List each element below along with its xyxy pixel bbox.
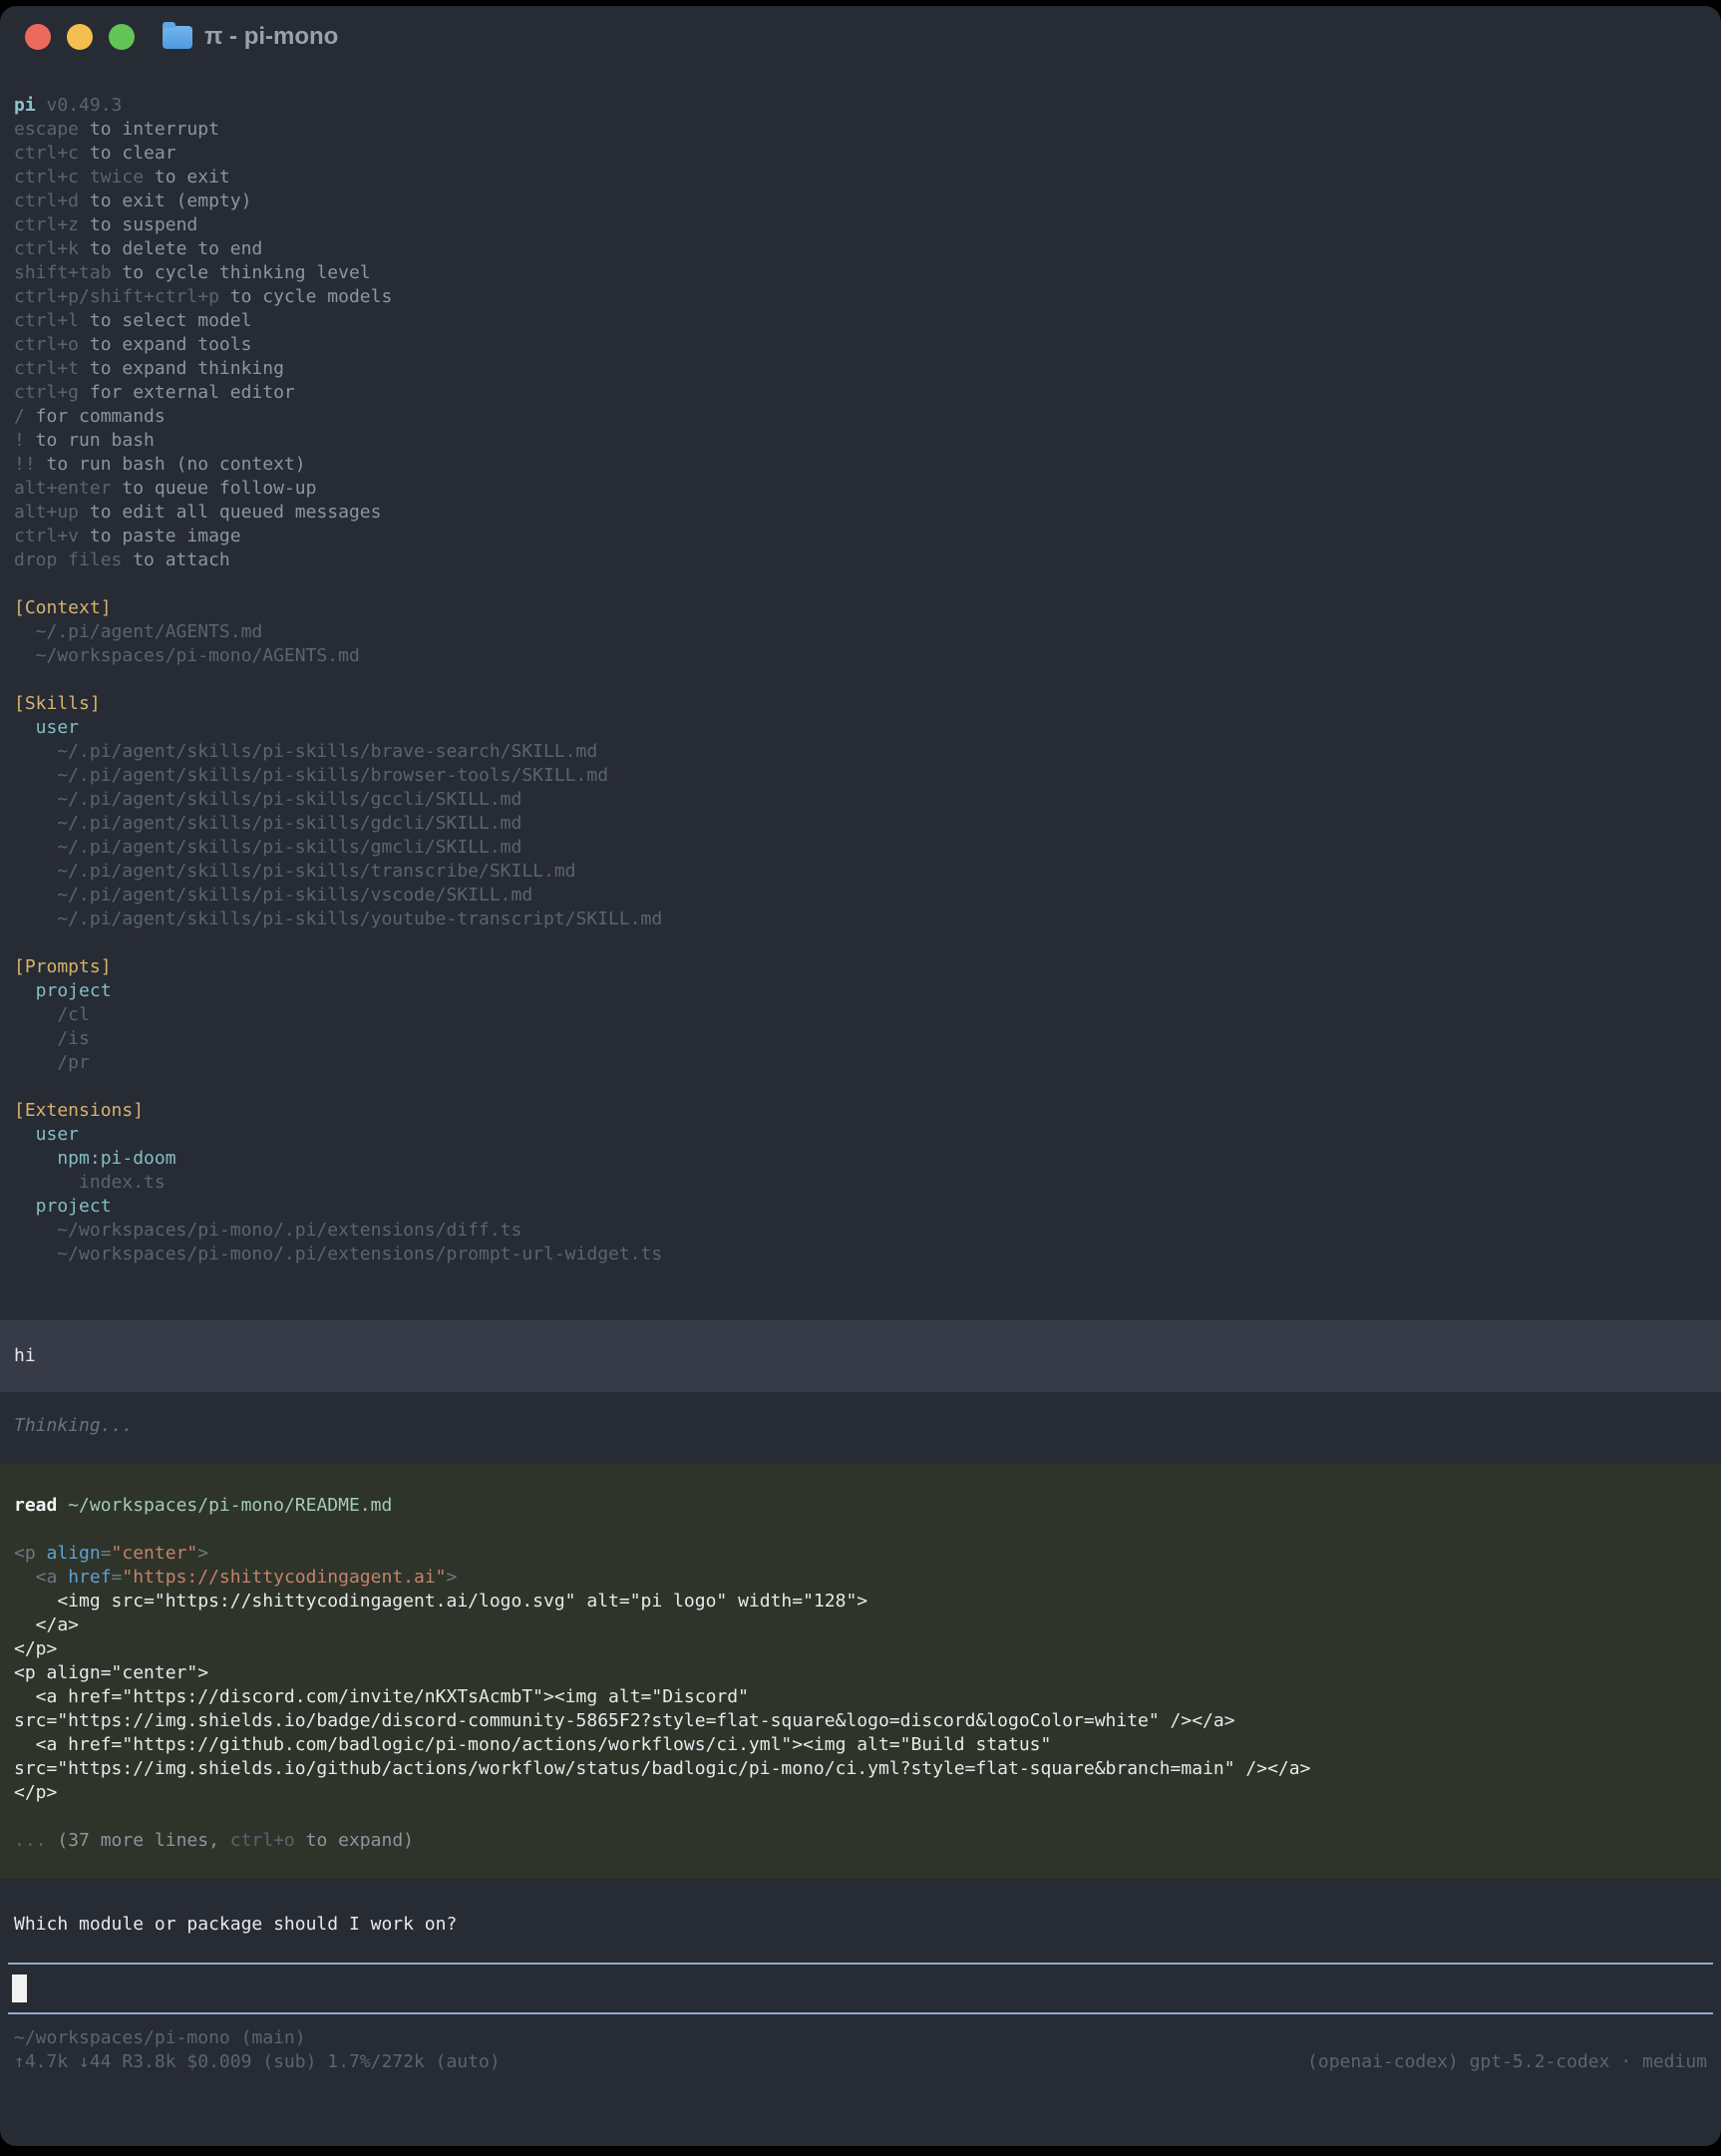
code-line: read ~/workspaces/pi-mono/README.md — [14, 1494, 1707, 1518]
code-line: src="https://img.shields.io/github/actio… — [14, 1757, 1707, 1781]
code-line: ... (37 more lines, ctrl+o to expand) — [14, 1829, 1707, 1853]
title-group: π - pi-mono — [163, 25, 338, 49]
console-line: ~/workspaces/pi-mono/.pi/extensions/prom… — [14, 1243, 1707, 1266]
console-line: shift+tab to cycle thinking level — [14, 261, 1707, 285]
console-line: ! to run bash — [14, 429, 1707, 453]
console-line — [14, 1075, 1707, 1099]
console-line: ~/.pi/agent/skills/pi-skills/youtube-tra… — [14, 907, 1707, 931]
console-line: escape to interrupt — [14, 118, 1707, 142]
console-line: [Extensions] — [14, 1099, 1707, 1123]
status-row-stats: ↑4.7k ↓44 R3.8k $0.009 (sub) 1.7%/272k (… — [14, 2050, 1707, 2074]
console-line — [14, 572, 1707, 596]
close-button[interactable] — [25, 24, 51, 50]
console-line: !! to run bash (no context) — [14, 453, 1707, 477]
console-line: ~/.pi/agent/AGENTS.md — [14, 620, 1707, 644]
console-line: ~/.pi/agent/skills/pi-skills/gdcli/SKILL… — [14, 812, 1707, 836]
code-line: <a href="https://github.com/badlogic/pi-… — [14, 1733, 1707, 1757]
console-line: npm:pi-doom — [14, 1147, 1707, 1171]
code-line: </p> — [14, 1781, 1707, 1805]
status-row-cwd: ~/workspaces/pi-mono (main) — [14, 2026, 1707, 2050]
console-line: ctrl+c to clear — [14, 142, 1707, 166]
status-bar: ~/workspaces/pi-mono (main) ↑4.7k ↓44 R3… — [0, 2026, 1721, 2074]
code-line — [14, 1518, 1707, 1542]
console-line: ctrl+k to delete to end — [14, 237, 1707, 261]
code-line: <p align="center"> — [14, 1661, 1707, 1685]
console-line: /is — [14, 1027, 1707, 1051]
console-line: ctrl+g for external editor — [14, 381, 1707, 405]
window-title: π - pi-mono — [204, 25, 338, 49]
console-line: ctrl+o to expand tools — [14, 333, 1707, 357]
console-line — [14, 931, 1707, 955]
console-line: ~/.pi/agent/skills/pi-skills/gccli/SKILL… — [14, 788, 1707, 812]
console-line: ~/.pi/agent/skills/pi-skills/gmcli/SKILL… — [14, 836, 1707, 860]
console-line: / for commands — [14, 405, 1707, 429]
console-line: ctrl+p/shift+ctrl+p to cycle models — [14, 285, 1707, 309]
code-line: <img src="https://shittycodingagent.ai/l… — [14, 1590, 1707, 1614]
console-line: ctrl+t to expand thinking — [14, 357, 1707, 381]
console-line — [14, 668, 1707, 692]
console-line: [Skills] — [14, 692, 1707, 716]
console-output: pi v0.49.3escape to interruptctrl+c to c… — [0, 68, 1721, 1266]
console-line: user — [14, 716, 1707, 740]
folder-icon — [163, 26, 192, 49]
console-line: project — [14, 1195, 1707, 1219]
code-line: <a href="https://discord.com/invite/nKXT… — [14, 1685, 1707, 1709]
code-line: </p> — [14, 1637, 1707, 1661]
terminal-window: π - pi-mono pi v0.49.3escape to interrup… — [0, 6, 1721, 2146]
console-line: ctrl+c twice to exit — [14, 166, 1707, 189]
console-line: ~/.pi/agent/skills/pi-skills/brave-searc… — [14, 740, 1707, 764]
token-stats: ↑4.7k ↓44 R3.8k $0.009 (sub) 1.7%/272k (… — [14, 2050, 501, 2074]
console-line: /cl — [14, 1003, 1707, 1027]
code-line: </a> — [14, 1614, 1707, 1637]
text-cursor — [12, 1975, 27, 2002]
prompt-input[interactable] — [8, 1963, 1713, 2014]
console-line: alt+enter to queue follow-up — [14, 477, 1707, 501]
thinking-indicator: Thinking... — [0, 1414, 1721, 1438]
console-line: /pr — [14, 1051, 1707, 1075]
model-info: (openai-codex) gpt-5.2-codex · medium — [1307, 2050, 1707, 2074]
console-line: index.ts — [14, 1171, 1707, 1195]
console-line: pi v0.49.3 — [14, 94, 1707, 118]
user-message: hi — [0, 1320, 1721, 1392]
code-line: <a href="https://shittycodingagent.ai"> — [14, 1566, 1707, 1590]
cwd-label: ~/workspaces/pi-mono (main) — [14, 2026, 306, 2050]
minimize-button[interactable] — [67, 24, 93, 50]
console-line: ctrl+d to exit (empty) — [14, 189, 1707, 213]
tool-call-block: read ~/workspaces/pi-mono/README.md <p a… — [0, 1464, 1721, 1879]
console-line: ~/.pi/agent/skills/pi-skills/transcribe/… — [14, 860, 1707, 884]
console-line: project — [14, 979, 1707, 1003]
assistant-question: Which module or package should I work on… — [0, 1913, 1721, 1937]
console-line: ctrl+v to paste image — [14, 525, 1707, 548]
console-line: [Context] — [14, 596, 1707, 620]
console-line: ~/workspaces/pi-mono/AGENTS.md — [14, 644, 1707, 668]
console-line: ctrl+z to suspend — [14, 213, 1707, 237]
console-line: alt+up to edit all queued messages — [14, 501, 1707, 525]
code-line: <p align="center"> — [14, 1542, 1707, 1566]
code-line: src="https://img.shields.io/badge/discor… — [14, 1709, 1707, 1733]
traffic-lights — [25, 24, 135, 50]
console-line: drop files to attach — [14, 548, 1707, 572]
user-message-text: hi — [14, 1344, 36, 1368]
console-line: ~/.pi/agent/skills/pi-skills/browser-too… — [14, 764, 1707, 788]
titlebar: π - pi-mono — [0, 6, 1721, 68]
console-line: [Prompts] — [14, 955, 1707, 979]
console-line: ~/workspaces/pi-mono/.pi/extensions/diff… — [14, 1219, 1707, 1243]
code-line — [14, 1805, 1707, 1829]
console-line: ~/.pi/agent/skills/pi-skills/vscode/SKIL… — [14, 884, 1707, 907]
console-line: ctrl+l to select model — [14, 309, 1707, 333]
zoom-button[interactable] — [109, 24, 135, 50]
console-line: user — [14, 1123, 1707, 1147]
